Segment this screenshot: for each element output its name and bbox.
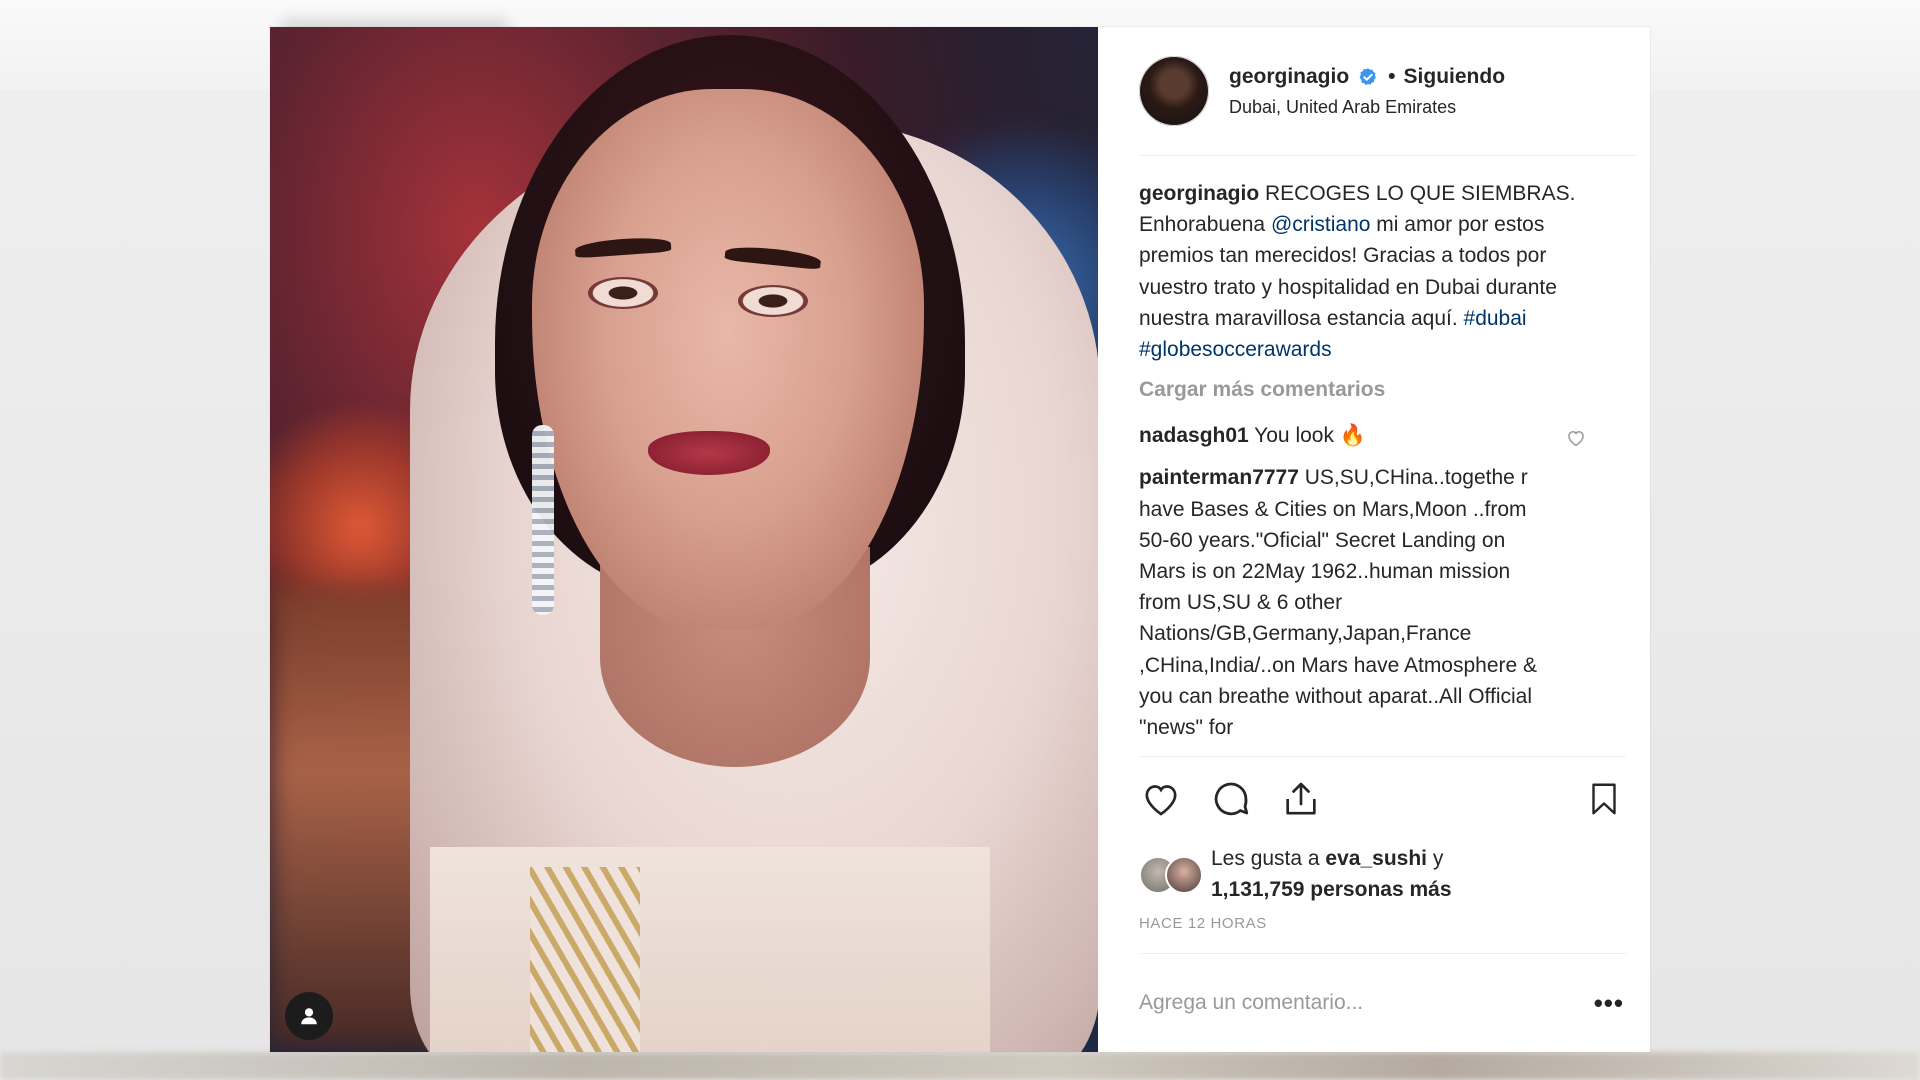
post-photo[interactable] xyxy=(270,27,1098,1052)
comment-like-heart-icon[interactable] xyxy=(1566,426,1586,457)
likes-mid: y xyxy=(1427,847,1444,870)
caption-author[interactable]: georginagio xyxy=(1139,182,1259,205)
likes-count[interactable]: 1,131,759 personas más xyxy=(1211,878,1452,901)
author-row: georginagio • Siguiendo xyxy=(1229,65,1505,89)
post-header: georginagio • Siguiendo Dubai, United Ar… xyxy=(1139,27,1638,156)
liker-avatar[interactable] xyxy=(1165,856,1203,894)
mention-link[interactable]: @cristiano xyxy=(1271,213,1371,236)
photo-gold-embroidery xyxy=(530,867,640,1052)
hashtag-link[interactable]: #dubai xyxy=(1464,307,1527,330)
post-location[interactable]: Dubai, United Arab Emirates xyxy=(1229,97,1505,118)
liker-avatars[interactable] xyxy=(1139,854,1207,894)
post-modal: georginagio • Siguiendo Dubai, United Ar… xyxy=(270,27,1650,1052)
photo-eye xyxy=(588,277,658,309)
comment-author[interactable]: painterman7777 xyxy=(1139,466,1299,489)
comment-text: US,SU,CHina..togethe r have Bases & Citi… xyxy=(1139,466,1538,740)
comment-icon[interactable] xyxy=(1209,777,1253,821)
post-actions-bar xyxy=(1139,756,1626,837)
share-icon[interactable] xyxy=(1279,777,1323,821)
separator-dot: • xyxy=(1388,64,1396,88)
comment-text: You look 🔥 xyxy=(1248,424,1366,448)
post-timestamp[interactable]: HACE 12 HORAS xyxy=(1139,915,1626,954)
comments-section[interactable]: georginagio RECOGES LO QUE SIEMBRAS. Enh… xyxy=(1139,156,1638,756)
author-info: georginagio • Siguiendo Dubai, United Ar… xyxy=(1229,65,1505,118)
photo-dress xyxy=(430,847,990,1052)
comment-item: nadasgh01 You look 🔥 xyxy=(1139,420,1612,451)
post-side-panel: georginagio • Siguiendo Dubai, United Ar… xyxy=(1098,27,1650,1052)
add-comment-input[interactable] xyxy=(1139,991,1594,1015)
photo-eye xyxy=(738,285,808,317)
following-button[interactable]: Siguiendo xyxy=(1404,65,1506,89)
likes-summary: Les gusta a eva_sushi y 1,131,759 person… xyxy=(1139,843,1638,905)
hashtag-link[interactable]: #globesoccerawards xyxy=(1139,338,1332,361)
heart-icon[interactable] xyxy=(1139,777,1183,821)
load-more-comments-button[interactable]: Cargar más comentarios xyxy=(1139,378,1612,410)
likes-prefix: Les gusta a xyxy=(1211,847,1326,870)
comment-author[interactable]: nadasgh01 xyxy=(1139,424,1249,447)
comment-item: painterman7777 US,SU,CHina..togethe r ha… xyxy=(1139,462,1612,743)
author-avatar[interactable] xyxy=(1139,56,1209,126)
photo-face xyxy=(532,89,924,629)
post-caption: georginagio RECOGES LO QUE SIEMBRAS. Enh… xyxy=(1139,178,1612,365)
liker-username[interactable]: eva_sushi xyxy=(1325,847,1427,870)
likes-text: Les gusta a eva_sushi y 1,131,759 person… xyxy=(1211,843,1452,905)
verified-badge-icon xyxy=(1358,67,1378,87)
bookmark-icon[interactable] xyxy=(1582,777,1626,821)
more-options-button[interactable]: ••• xyxy=(1594,988,1624,1019)
blurred-bottom-strip xyxy=(0,1052,1920,1080)
author-username[interactable]: georginagio xyxy=(1229,65,1349,89)
add-comment-bar: ••• xyxy=(1139,954,1624,1052)
photo-earring xyxy=(532,425,554,615)
user-tag-icon[interactable] xyxy=(285,992,333,1040)
